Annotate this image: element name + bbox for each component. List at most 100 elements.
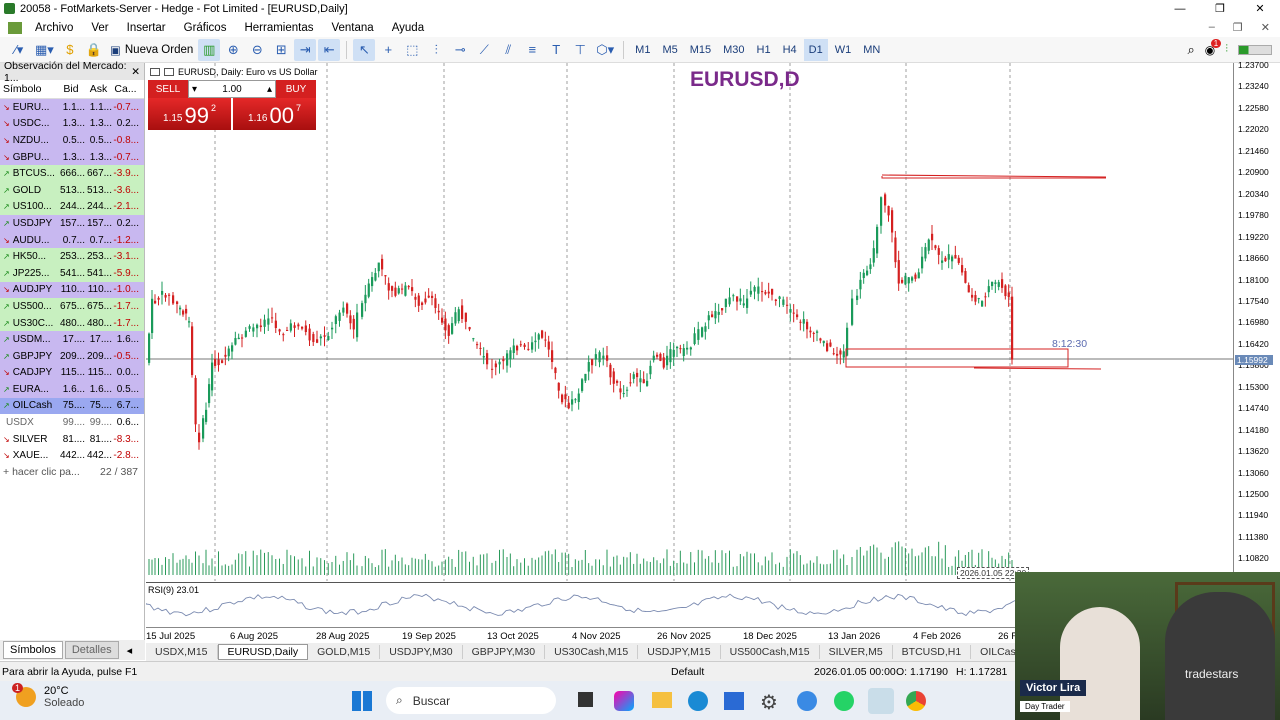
algo-trading-icon[interactable]: ▥ <box>198 38 221 61</box>
menu-ver[interactable]: Ver <box>82 22 117 34</box>
templates-icon[interactable]: ▦▾ <box>32 39 57 61</box>
price-chart[interactable]: EURUSD, Daily: Euro vs US Dollar EURUSD,… <box>146 63 1233 581</box>
maximize-button[interactable]: ❐ <box>1200 0 1240 18</box>
market-watch-row[interactable]: ↗ GBPJPY 209... 209... -0.5... <box>0 347 144 365</box>
notifications-icon[interactable]: ◉ 1 <box>1205 38 1222 57</box>
market-watch-close-icon[interactable]: ✕ <box>131 66 140 78</box>
tf-m1[interactable]: M1 <box>630 39 655 61</box>
lot-input[interactable]: ▾ 1.00 ▴ <box>188 80 276 98</box>
tf-w1[interactable]: W1 <box>830 39 857 61</box>
menu-ayuda[interactable]: Ayuda <box>383 22 433 34</box>
chart-tab[interactable]: US500Cash,M15 <box>721 645 820 659</box>
search-icon[interactable]: ⌕ <box>1187 42 1194 58</box>
tf-h4[interactable]: H4 <box>778 39 802 61</box>
chart-tab[interactable]: GBPJPY,M30 <box>463 645 546 659</box>
market-watch-row[interactable]: ↘ NZDU... 0.5... 0.5... -0.8... <box>0 132 144 149</box>
lock-icon[interactable]: 🔒 <box>83 39 105 61</box>
copilot-icon[interactable] <box>614 691 634 711</box>
lot-down-icon[interactable]: ▾ <box>192 84 197 95</box>
market-watch-row[interactable]: ↘ SILVER 81.... 81.... -8.3... <box>0 430 144 448</box>
col-symbol[interactable]: Símbolo <box>0 83 57 95</box>
trendline-icon[interactable]: ⟋ <box>473 39 495 61</box>
chart-shift-icon[interactable]: ⇥ <box>294 38 317 61</box>
tf-m5[interactable]: M5 <box>657 39 682 61</box>
market-watch-row[interactable]: ↘ GBPU... 1.3... 1.3... -0.7... <box>0 148 144 166</box>
buy-button-label[interactable]: BUY <box>276 80 316 98</box>
text-icon[interactable]: T <box>545 39 567 61</box>
market-watch-row[interactable]: ↘ EURU... 1.1... 1.1... -0.7... <box>0 99 144 116</box>
chart-tab[interactable]: EURUSD,Daily <box>217 644 309 660</box>
weather-widget[interactable]: 1 20°C Soleado <box>12 683 84 709</box>
menu-archivo[interactable]: Archivo <box>26 22 82 34</box>
add-symbol-link[interactable]: + hacer clic pa... <box>3 466 80 478</box>
crosshair-icon[interactable]: + <box>377 39 399 61</box>
tf-d1[interactable]: D1 <box>803 38 828 61</box>
menu-herramientas[interactable]: Herramientas <box>235 22 322 34</box>
market-watch-row[interactable]: ↗ US100... 244... 244... -2.1... <box>0 198 144 216</box>
chart-tab[interactable]: USDX,M15 <box>146 645 218 659</box>
chart-tab[interactable]: USDJPY,M15 <box>638 645 721 659</box>
cursor-icon[interactable]: ↖ <box>353 38 376 61</box>
market-watch-row[interactable]: USDX 99.... 99.... 0.6... <box>0 414 144 431</box>
zoom-out-icon[interactable]: ⊖ <box>246 39 268 61</box>
chart-tab[interactable]: US30Cash,M15 <box>545 645 639 659</box>
market-watch-row[interactable]: ↗ GOLD 513... 513... -3.6... <box>0 181 144 199</box>
new-order-button[interactable]: ▣ Nueva Orden <box>107 39 196 61</box>
whatsapp-icon[interactable] <box>834 691 854 711</box>
market-watch-row[interactable]: ↘ USDC... 1.3... 1.3... 0.2... <box>0 115 144 133</box>
tab-prev-icon[interactable]: ◂ <box>121 642 139 659</box>
market-watch-row[interactable]: ↘ CADJPY 115... 115... 0.0... <box>0 364 144 382</box>
market-watch-row[interactable]: ↗ OILCash 75.... 75.... 6.7... <box>0 397 144 415</box>
tf-h1[interactable]: H1 <box>752 39 776 61</box>
menu-app-icon[interactable] <box>8 21 22 34</box>
child-minimize-icon[interactable]: – <box>1209 21 1215 34</box>
market-watch-row[interactable]: ↘ AUDU... 0.7... 0.7... -1.2... <box>0 231 144 249</box>
rectangle-icon[interactable]: ⬚ <box>401 39 423 61</box>
grid-icon[interactable]: ⊞ <box>270 39 292 61</box>
market-icon[interactable]: $ <box>59 39 81 61</box>
lot-up-icon[interactable]: ▴ <box>267 84 272 95</box>
child-restore-icon[interactable]: ❐ <box>1233 21 1243 34</box>
chart-tab[interactable]: BTCUSD,H1 <box>893 645 972 659</box>
market-watch-row[interactable]: ↗ EURA... 1.6... 1.6... 0.5... <box>0 381 144 398</box>
market-watch-row[interactable]: ↗ HK50... 253... 253... -3.1... <box>0 248 144 265</box>
menu-ventana[interactable]: Ventana <box>322 22 382 34</box>
taskbar-search[interactable]: ⌕ Buscar <box>386 687 556 714</box>
market-watch-row[interactable]: ↗ JP225... 541... 541... -5.9... <box>0 264 144 282</box>
tf-m15[interactable]: M15 <box>685 39 716 61</box>
col-ask[interactable]: Ask <box>85 83 112 95</box>
tf-m30[interactable]: M30 <box>718 39 749 61</box>
chart-tab[interactable]: USDJPY,M30 <box>380 645 463 659</box>
channel-icon[interactable]: ⫽ <box>497 39 519 61</box>
settings-icon[interactable]: ⚙ <box>760 690 778 715</box>
store-icon[interactable] <box>724 692 744 710</box>
explorer-icon[interactable] <box>652 692 672 708</box>
menu-insertar[interactable]: Insertar <box>118 22 175 34</box>
shapes-icon[interactable]: ⬡▾ <box>593 39 617 61</box>
col-change[interactable]: Ca... <box>112 83 142 95</box>
market-watch-row[interactable]: ↗ USDJPY 157... 157... 0.2... <box>0 215 144 232</box>
chart-tab[interactable]: SILVER,M5 <box>820 645 893 659</box>
minimize-button[interactable]: — <box>1160 0 1200 18</box>
col-bid[interactable]: Bid <box>57 83 85 95</box>
vertical-line-icon[interactable]: ⫶ <box>425 39 447 61</box>
chart-type-icon[interactable]: ⁄▾ <box>8 39 30 61</box>
market-watch-row[interactable]: ↘ XAUE... 442... 442... -2.8... <box>0 447 144 465</box>
chrome-icon[interactable] <box>906 691 926 711</box>
market-watch-row[interactable]: ↗ BTCUS... 666... 667... -3.9... <box>0 165 144 182</box>
sell-button[interactable]: SELL <box>148 80 188 98</box>
windows-start-icon[interactable] <box>352 691 372 711</box>
horizontal-line-icon[interactable]: ⊸ <box>449 39 471 61</box>
edge-icon[interactable] <box>688 691 708 711</box>
metatrader-icon[interactable] <box>868 688 894 714</box>
menu-graficos[interactable]: Gráficos <box>175 22 236 34</box>
tab-simbolos[interactable]: Símbolos <box>3 641 63 659</box>
market-watch-row[interactable]: ↗ US30C... 480... 480... -1.7... <box>0 314 144 332</box>
tab-detalles[interactable]: Detalles <box>64 641 119 659</box>
price-scale[interactable]: 1.23700 1.23240 1.22580 1.22020 1.21460 1.209… <box>1233 60 1280 581</box>
browser-icon[interactable] <box>797 691 817 711</box>
sell-price-button[interactable]: 1.15 99 2 <box>148 98 231 130</box>
buy-price-button[interactable]: 1.16 00 7 <box>233 98 316 130</box>
market-watch-row[interactable]: ↗ USDM... 17.... 17.... 1.6... <box>0 331 144 348</box>
fibonacci-icon[interactable]: ≡ <box>521 39 543 61</box>
